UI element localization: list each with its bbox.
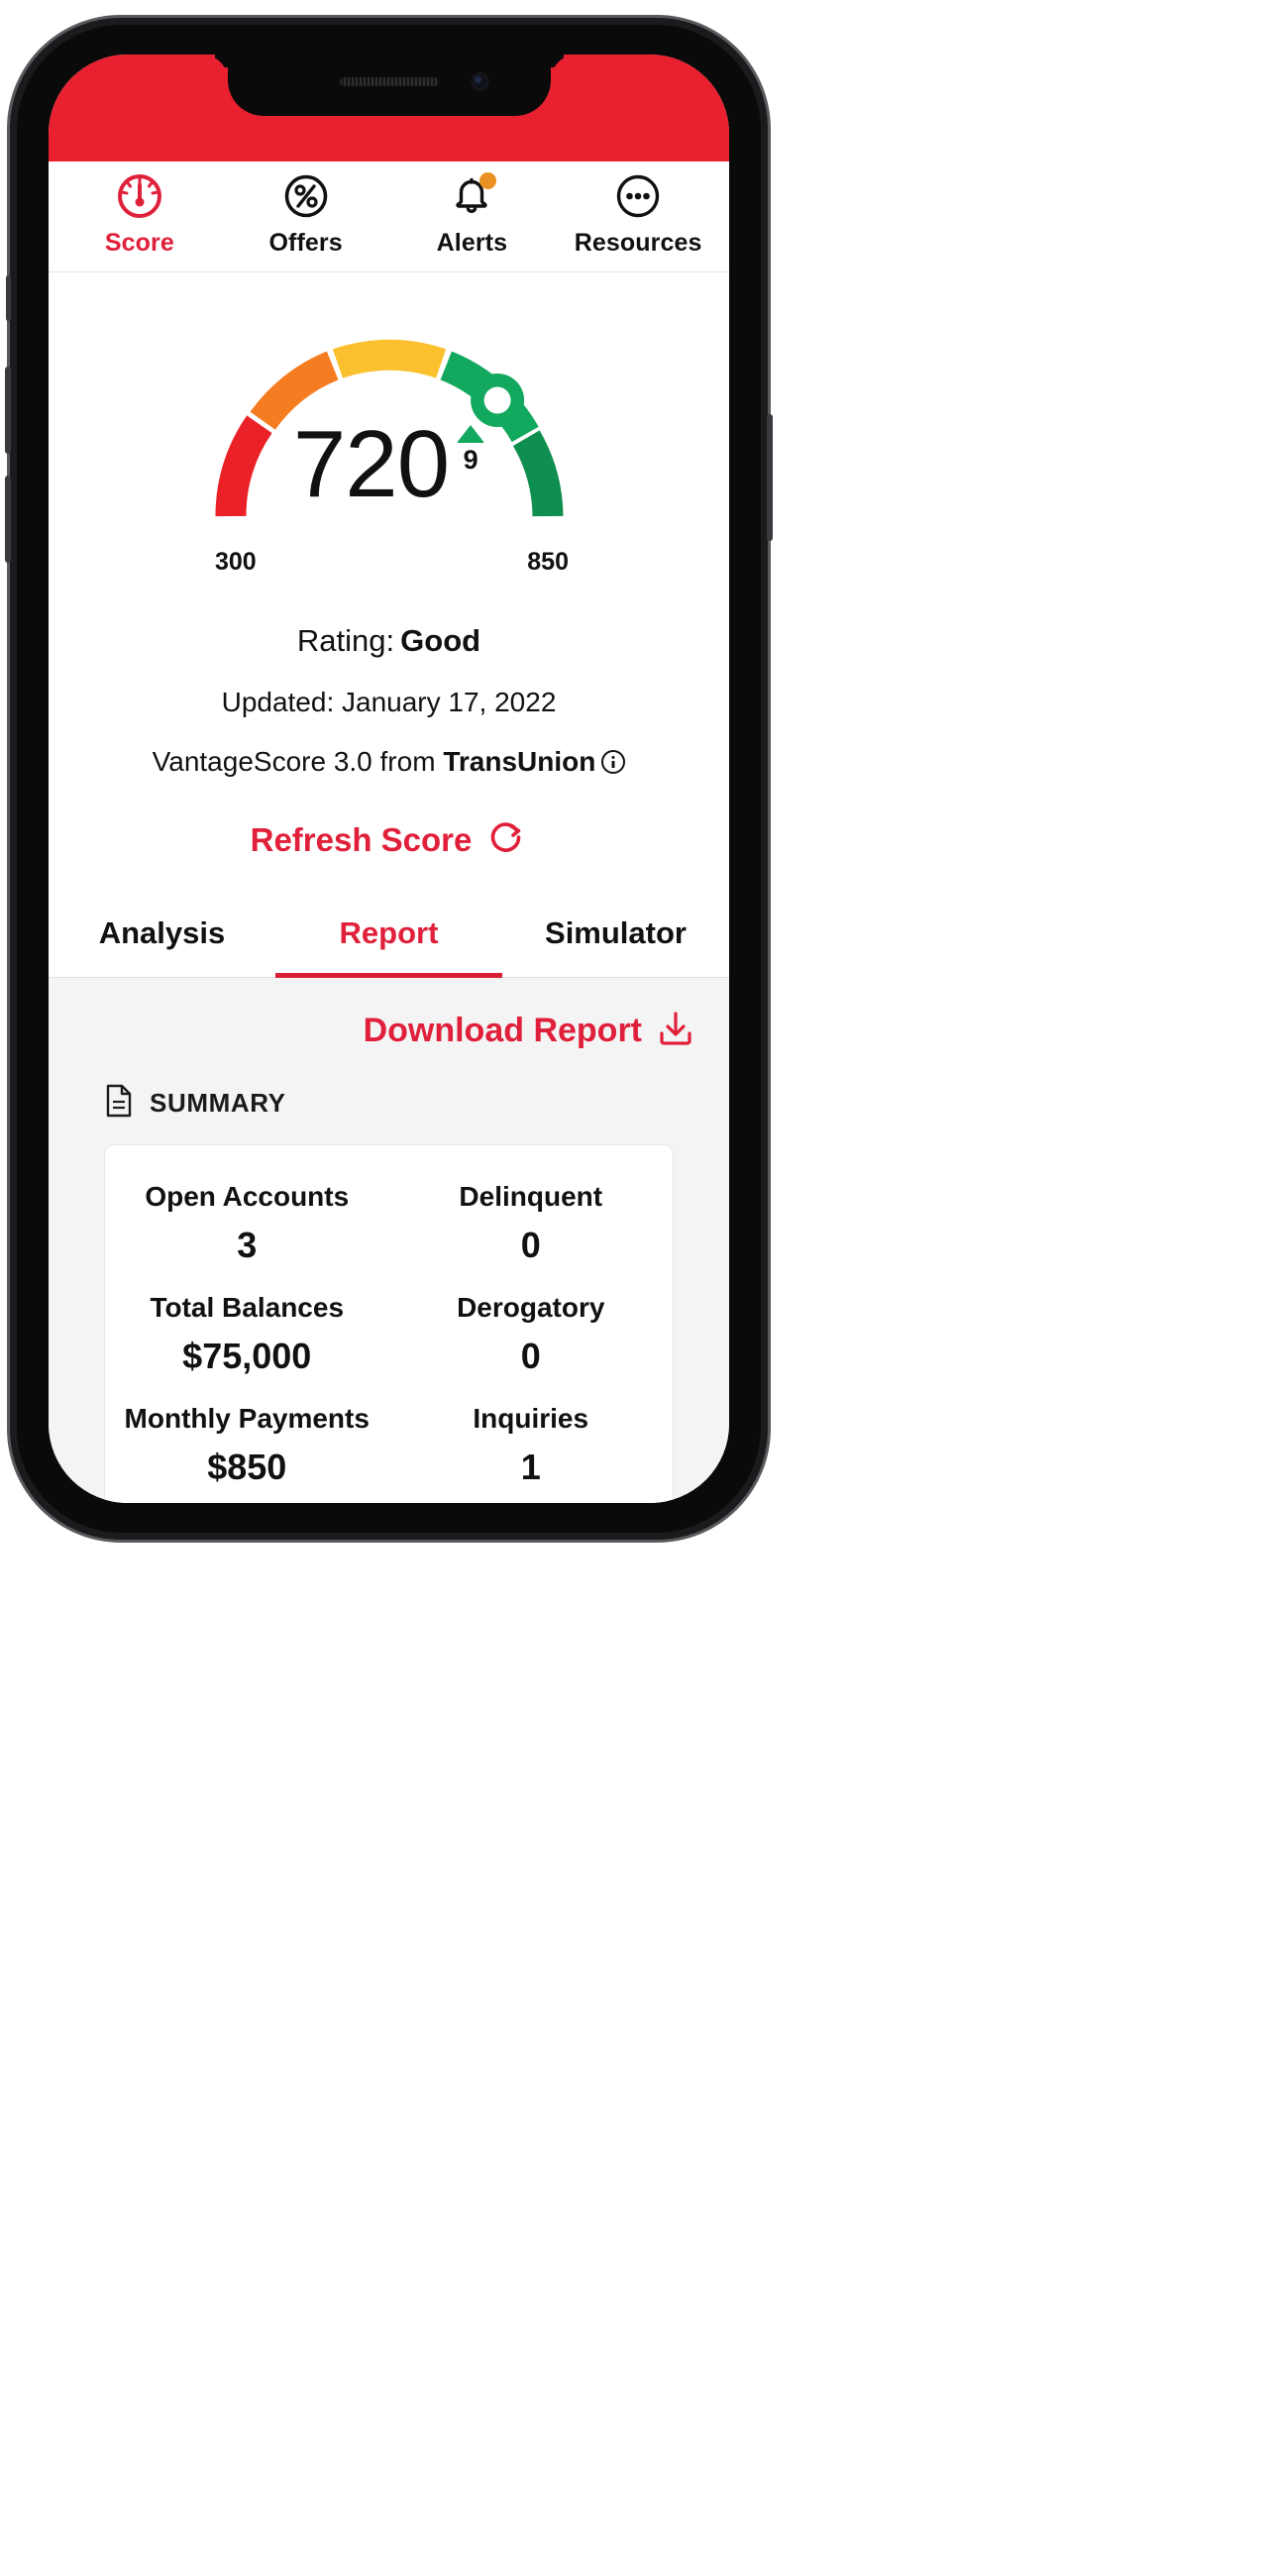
report-content: Download Report SUMMARY Open Accounts 3 …	[49, 978, 729, 1503]
delta-up-triangle-icon	[457, 425, 485, 443]
phone-screen: Score Offers Alerts Resources 720 9 300 …	[49, 54, 729, 1503]
summary-item: Open Accounts 3	[105, 1181, 389, 1266]
tab-score-label: Score	[104, 229, 174, 257]
volume-down-button[interactable]	[5, 476, 11, 563]
summary-card: Open Accounts 3 Total Balances $75,000 M…	[104, 1144, 674, 1503]
inquiries-label: Inquiries	[473, 1403, 589, 1434]
power-button[interactable]	[767, 414, 773, 541]
summary-item: Delinquent 0	[389, 1181, 674, 1266]
report-sub-tabs: Analysis Report Simulator	[49, 896, 729, 978]
total-balances-value: $75,000	[182, 1336, 312, 1376]
tab-offers[interactable]: Offers	[223, 173, 389, 258]
open-accounts-value: 3	[237, 1225, 258, 1265]
provider-name: TransUnion	[443, 746, 596, 777]
reload-circle-icon	[487, 817, 527, 862]
summary-item: Inquiries 1	[389, 1403, 674, 1488]
tab-resources-label: Resources	[574, 229, 702, 257]
tab-resources[interactable]: Resources	[555, 173, 721, 258]
summary-item: Total Balances $75,000	[105, 1292, 389, 1377]
earpiece-speaker	[339, 77, 439, 86]
refresh-score-label: Refresh Score	[250, 820, 473, 858]
download-report-button[interactable]: Download Report	[49, 1000, 729, 1058]
tab-score[interactable]: Score	[56, 173, 223, 258]
provider-prefix: VantageScore 3.0 from	[152, 746, 444, 777]
bell-icon	[449, 172, 497, 219]
tab-alerts-label: Alerts	[436, 229, 508, 257]
phone-bezel: Score Offers Alerts Resources 720 9 300 …	[17, 25, 761, 1533]
delinquent-value: 0	[520, 1225, 541, 1265]
speedometer-icon	[114, 173, 165, 219]
summary-title: SUMMARY	[150, 1088, 286, 1118]
monthly-payments-value: $850	[207, 1447, 287, 1487]
rating-label: Rating:	[296, 623, 395, 658]
info-icon[interactable]	[601, 750, 626, 774]
gauge-min-label: 300	[215, 548, 257, 576]
updated-date: Updated: January 17, 2022	[221, 687, 557, 717]
credit-top-tabs: Score Offers Alerts Resources	[49, 161, 729, 272]
score-value: 720	[292, 411, 450, 517]
subtab-analysis[interactable]: Analysis	[49, 896, 275, 978]
ellipsis-circle-icon	[614, 173, 662, 219]
inquiries-value: 1	[520, 1447, 541, 1487]
rating-value: Good	[400, 623, 481, 658]
summary-item: Monthly Payments $850	[105, 1403, 389, 1488]
score-panel: 720 9 300 850 Rating: Good Updated: Januar…	[49, 272, 729, 896]
total-balances-label: Total Balances	[150, 1292, 345, 1323]
tab-offers-label: Offers	[268, 229, 343, 257]
document-icon	[104, 1084, 134, 1123]
tab-alerts[interactable]: Alerts	[389, 172, 556, 258]
percent-circle-icon	[282, 173, 330, 219]
delta-value: 9	[463, 445, 478, 475]
summary-header: SUMMARY	[49, 1058, 729, 1140]
rating-row: Rating: Good	[49, 623, 729, 659]
gauge-max-label: 850	[527, 548, 569, 576]
refresh-score-button[interactable]: Refresh Score	[49, 817, 729, 896]
open-accounts-label: Open Accounts	[145, 1181, 350, 1212]
silent-switch[interactable]	[6, 275, 11, 321]
phone-frame: Score Offers Alerts Resources 720 9 300 …	[5, 18, 773, 1540]
summary-right-column: Delinquent 0 Derogatory 0 Inquiries 1	[389, 1181, 674, 1488]
status-bar	[49, 54, 729, 161]
screenshot-root: Score Offers Alerts Resources 720 9 300 …	[0, 0, 1274, 2576]
subtab-simulator[interactable]: Simulator	[502, 896, 729, 978]
summary-left-column: Open Accounts 3 Total Balances $75,000 M…	[105, 1181, 389, 1488]
notch	[227, 54, 551, 116]
monthly-payments-label: Monthly Payments	[124, 1403, 370, 1434]
score-delta: 9	[457, 425, 485, 475]
score-value-group: 720 9	[49, 417, 729, 512]
front-camera	[470, 72, 489, 91]
credit-score-gauge: 720 9 300 850	[49, 300, 729, 597]
derogatory-label: Derogatory	[457, 1292, 605, 1323]
volume-up-button[interactable]	[5, 367, 11, 454]
download-report-label: Download Report	[363, 1012, 642, 1049]
subtab-report[interactable]: Report	[275, 896, 502, 978]
summary-item: Derogatory 0	[389, 1292, 674, 1377]
score-provider: VantageScore 3.0 from TransUnion	[49, 746, 729, 778]
download-icon	[658, 1010, 693, 1052]
derogatory-value: 0	[520, 1336, 541, 1376]
delinquent-label: Delinquent	[459, 1181, 603, 1212]
